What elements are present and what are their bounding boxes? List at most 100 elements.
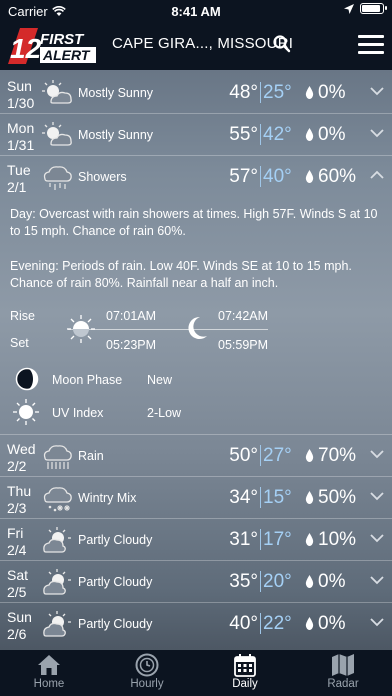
rise-set-divider (68, 329, 268, 330)
search-icon[interactable] (272, 34, 292, 54)
raindrop-icon (305, 170, 314, 183)
location-arrow-icon (344, 3, 354, 14)
tab-hourly[interactable]: Hourly (98, 650, 196, 696)
day-date: 2/6 (7, 626, 27, 642)
forecast-row-expanded[interactable]: Tue 2/1 Showers 57° 40° 60% (0, 156, 392, 198)
tab-radar-label: Radar (327, 678, 359, 690)
high-temp: 35° (229, 571, 258, 592)
uv-index-value: 2-Low (147, 406, 182, 420)
raindrop-icon (305, 449, 314, 462)
chevron-down-icon[interactable] (370, 86, 384, 96)
tab-radar[interactable]: Radar (294, 650, 392, 696)
day-date: 1/31 (7, 137, 35, 153)
day-date: 2/5 (7, 584, 27, 600)
sunset-time: 05:23PM (106, 338, 157, 352)
condition-label: Mostly Sunny (78, 86, 154, 100)
showers-icon (43, 166, 72, 190)
day-date: 2/1 (7, 179, 27, 195)
daily-forecast-list: Sun 1/30 Mostly Sunny 48° 25° 0% Mon 1/31 … (0, 72, 392, 645)
tab-daily-label: Daily (232, 678, 258, 690)
low-temp: 27° (263, 445, 292, 466)
rain-icon (43, 445, 72, 469)
forecast-row[interactable]: Fri 2/4 Partly Cloudy 31° 17° 10% (0, 519, 392, 561)
day-name: Mon (7, 120, 35, 136)
first-alert-logo[interactable]: 12 FIRST ALERT (6, 26, 98, 66)
day-date: 1/30 (7, 95, 35, 111)
tab-daily[interactable]: Daily (196, 650, 294, 696)
mostly-sunny-icon (42, 80, 72, 104)
raindrop-icon (305, 617, 314, 630)
logo-first: FIRST (40, 31, 85, 48)
day-name: Sat (7, 567, 29, 583)
evening-label: Evening (10, 259, 56, 273)
sun-icon (67, 315, 95, 343)
precip-chance: 70% (318, 445, 357, 466)
chevron-down-icon[interactable] (370, 575, 384, 585)
forecast-row[interactable]: Sun 2/6 Partly Cloudy 40° 22° 0% (0, 603, 392, 645)
moon-phase-icon (15, 367, 39, 391)
low-temp: 15° (263, 487, 292, 508)
moonrise-time: 07:42AM (218, 309, 269, 323)
logo-number: 12 (10, 33, 42, 64)
uv-index-icon (13, 399, 39, 425)
partly-cloudy-icon (43, 611, 71, 637)
day-date: 2/3 (7, 500, 27, 516)
chevron-down-icon[interactable] (370, 128, 384, 138)
day-name: Thu (7, 483, 32, 499)
raindrop-icon (305, 533, 314, 546)
calendar-icon (234, 654, 256, 677)
precip-chance: 60% (318, 166, 357, 187)
forecast-row[interactable]: Sun 1/30 Mostly Sunny 48° 25° 0% (0, 72, 392, 114)
day-date: 2/4 (7, 542, 27, 558)
chevron-down-icon[interactable] (370, 449, 384, 459)
chevron-down-icon[interactable] (370, 617, 384, 627)
condition-label: Partly Cloudy (78, 617, 153, 631)
status-time: 8:41 AM (171, 4, 221, 19)
high-temp: 50° (229, 445, 258, 466)
tab-bar: Home Hourly Daily Radar (0, 650, 392, 696)
moon-icon (188, 316, 207, 339)
partly-cloudy-icon (43, 569, 71, 595)
chevron-down-icon[interactable] (370, 533, 384, 543)
location-label[interactable]: CAPE GIRA..., MISSOURI (112, 35, 293, 52)
day-date: 2/2 (7, 458, 27, 474)
logo-alert: ALERT (42, 47, 91, 63)
moonset-time: 05:59PM (218, 338, 269, 352)
raindrop-icon (305, 491, 314, 504)
precip-chance: 50% (318, 487, 357, 508)
raindrop-icon (305, 575, 314, 588)
sunrise-time: 07:01AM (106, 309, 157, 323)
high-temp: 55° (229, 124, 258, 145)
mostly-sunny-icon (42, 122, 72, 146)
forecast-row[interactable]: Mon 1/31 Mostly Sunny 55° 42° 0% (0, 114, 392, 156)
chevron-down-icon[interactable] (370, 491, 384, 501)
moon-phase-label: Moon Phase (52, 373, 123, 387)
battery-icon (360, 3, 387, 14)
clock-icon (135, 653, 159, 677)
low-temp: 40° (263, 166, 292, 187)
day-name: Sun (7, 78, 32, 94)
wintry-mix-icon (43, 487, 72, 512)
rise-label: Rise (10, 309, 36, 323)
precip-chance: 0% (318, 571, 346, 592)
app-header: 12 FIRST ALERT CAPE GIRA..., MISSOURI (0, 22, 392, 70)
condition-label: Showers (78, 170, 127, 184)
low-temp: 22° (263, 613, 292, 634)
set-label: Set (10, 336, 29, 350)
forecast-row[interactable]: Sat 2/5 Partly Cloudy 35° 20° 0% (0, 561, 392, 603)
high-temp: 48° (229, 82, 258, 103)
forecast-row[interactable]: Wed 2/2 Rain 50° 27° 70% (0, 435, 392, 477)
precip-chance: 0% (318, 124, 346, 145)
menu-button[interactable] (358, 35, 384, 55)
tab-home-label: Home (33, 678, 65, 690)
map-icon (332, 654, 354, 676)
chevron-up-icon[interactable] (370, 170, 384, 180)
high-temp: 40° (229, 613, 258, 634)
precip-chance: 10% (318, 529, 357, 550)
tab-home[interactable]: Home (0, 650, 98, 696)
low-temp: 17° (263, 529, 292, 550)
raindrop-icon (305, 128, 314, 141)
raindrop-icon (305, 86, 314, 99)
condition-label: Rain (78, 449, 104, 463)
forecast-row[interactable]: Thu 2/3 Wintry Mix 34° 15° 50% (0, 477, 392, 519)
